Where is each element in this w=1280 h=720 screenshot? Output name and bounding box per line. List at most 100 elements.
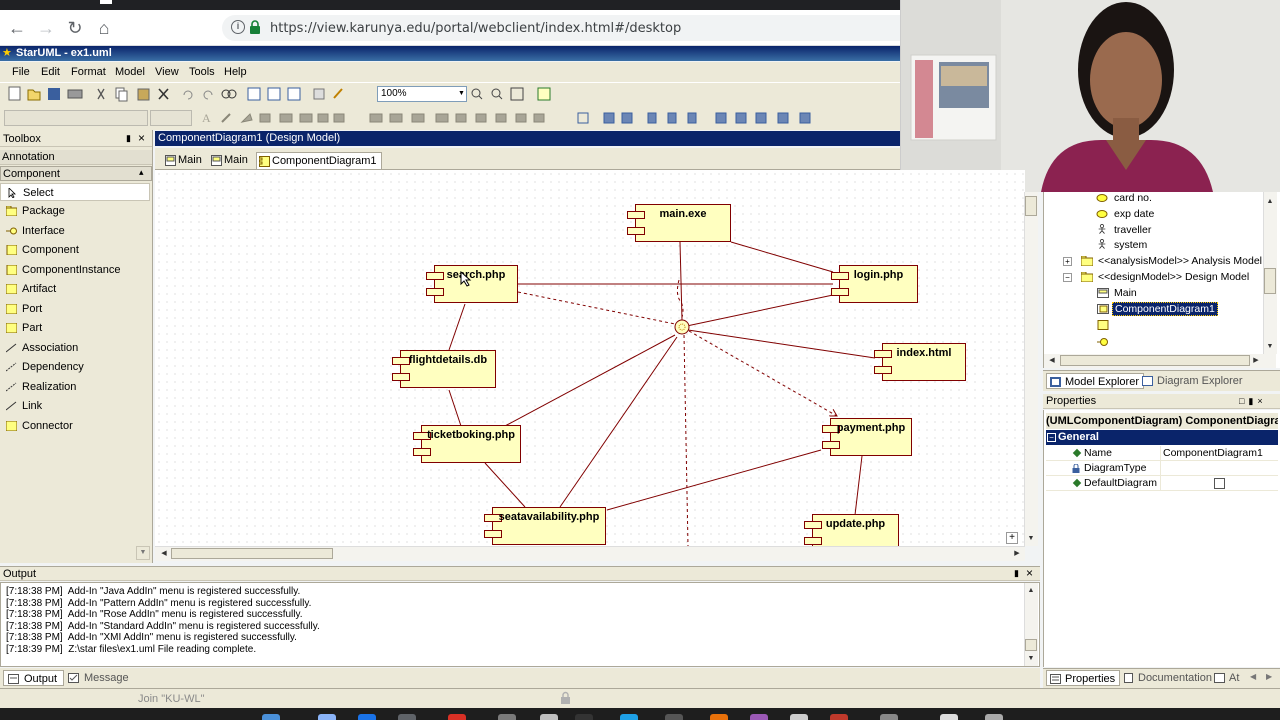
app-dock-icon[interactable] (498, 714, 516, 720)
tree-item-design-model[interactable]: <<designModel>> Design Model (1081, 270, 1249, 284)
app-dock-icon[interactable] (262, 714, 280, 720)
zoom-toolbar-icons[interactable] (470, 86, 565, 102)
component-login-php[interactable]: login.php (831, 265, 918, 303)
font-select[interactable] (4, 110, 148, 126)
app-dock-icon[interactable] (940, 714, 958, 720)
app-dock-icon[interactable] (540, 714, 558, 720)
chevron-right-icon[interactable]: ▶ (1266, 672, 1272, 681)
chevron-down-icon[interactable]: ▼ (1264, 341, 1276, 353)
tool-port[interactable]: Port (0, 300, 150, 318)
properties-group-general[interactable]: General (1046, 430, 1278, 445)
property-value[interactable] (1160, 476, 1278, 491)
app-dock-icon[interactable] (575, 714, 593, 720)
output-log[interactable]: [7:18:38 PM] Add-In "Java AddIn" menu is… (0, 582, 1040, 667)
reload-icon[interactable]: ↻ (64, 17, 86, 39)
toolbox-section-component[interactable]: Component (0, 166, 152, 181)
menu-tools[interactable]: Tools (189, 66, 215, 78)
component-main-exe[interactable]: main.exe (627, 204, 731, 242)
tab-properties[interactable]: Properties (1046, 670, 1121, 686)
chevron-down-icon[interactable]: ▼ (1025, 533, 1037, 545)
app-dock-icon[interactable] (880, 714, 898, 720)
property-row-defaultdiagram[interactable]: DefaultDiagram (1046, 476, 1278, 491)
tool-connector[interactable]: Connector (0, 417, 150, 435)
tool-dependency[interactable]: Dependency (0, 358, 150, 376)
tab-attachments[interactable]: At (1211, 670, 1243, 686)
tab-main-1[interactable]: Main (163, 152, 206, 169)
pin-icon[interactable]: ▮ (126, 133, 131, 144)
tab-documentation[interactable]: Documentation (1120, 670, 1216, 686)
chevron-up-icon[interactable]: ▲ (1264, 196, 1276, 208)
close-icon[interactable]: × (1026, 566, 1033, 580)
close-icon[interactable]: × (138, 131, 145, 145)
tool-componentinstance[interactable]: ComponentInstance (0, 261, 150, 279)
menu-model[interactable]: Model (115, 66, 145, 78)
tool-artifact[interactable]: Artifact (0, 280, 150, 298)
tool-select[interactable]: Select (0, 183, 150, 201)
app-dock-icon[interactable] (318, 714, 336, 720)
property-row-name[interactable]: Name ComponentDiagram1 (1046, 446, 1278, 461)
app-dock-icon[interactable] (398, 714, 416, 720)
tab-output[interactable]: Output (3, 670, 65, 686)
forward-icon[interactable]: → (35, 17, 57, 39)
tool-realization[interactable]: Realization (0, 378, 150, 396)
toolbox-section-annotation[interactable]: Annotation (0, 150, 152, 165)
chevron-down-icon[interactable]: ▼ (457, 87, 466, 101)
property-value[interactable]: ComponentDiagram1 (1160, 446, 1278, 461)
tool-package[interactable]: Package (0, 202, 150, 220)
app-dock-icon[interactable] (830, 714, 848, 720)
menu-format[interactable]: Format (71, 66, 106, 78)
output-vscroll-thumb[interactable] (1025, 639, 1037, 651)
tree-item-main[interactable]: Main (1097, 286, 1137, 300)
interface-icon[interactable] (1097, 337, 1109, 347)
vscroll-thumb[interactable] (1025, 196, 1037, 216)
tab-main-2[interactable]: Main (209, 152, 252, 169)
chevron-left-icon[interactable]: ◀ (1250, 672, 1256, 681)
app-dock-icon[interactable] (710, 714, 728, 720)
menu-file[interactable]: File (12, 66, 30, 78)
back-icon[interactable]: ← (6, 17, 28, 39)
format-toolbar-icons[interactable]: A (200, 110, 830, 126)
tool-component[interactable]: Component (0, 241, 150, 259)
zoom-select[interactable]: 100% (377, 86, 467, 102)
component-search-php[interactable]: search.php (426, 265, 518, 303)
tool-association[interactable]: Association (0, 339, 150, 357)
app-dock-icon[interactable] (358, 714, 376, 720)
tree-item-card-no[interactable]: card no. (1096, 191, 1152, 205)
chevron-down-icon[interactable]: ▼ (136, 546, 150, 560)
chevron-down-icon[interactable]: ▼ (1025, 653, 1037, 665)
tool-link[interactable]: Link (0, 397, 150, 415)
pin-icon[interactable]: □▮× (1239, 396, 1267, 407)
menu-view[interactable]: View (155, 66, 179, 78)
font-size-select[interactable] (150, 110, 192, 126)
app-dock-icon[interactable] (790, 714, 808, 720)
explorer-vscroll-thumb[interactable] (1264, 268, 1276, 294)
expand-icon[interactable]: + (1063, 257, 1072, 266)
component-payment-php[interactable]: payment.php (822, 418, 912, 456)
tree-item-analysis-model[interactable]: <<analysisModel>> Analysis Model (1081, 254, 1262, 268)
chevron-left-icon[interactable]: ◀ (158, 548, 170, 560)
pin-icon[interactable]: ▮ (1014, 568, 1019, 579)
component-icon[interactable] (1097, 320, 1109, 330)
menu-help[interactable]: Help (224, 66, 247, 78)
tool-part[interactable]: Part (0, 319, 150, 337)
default-diagram-checkbox[interactable] (1214, 478, 1225, 489)
tree-item-exp-date[interactable]: exp date (1096, 207, 1154, 221)
tab-diagram-explorer[interactable]: Diagram Explorer (1139, 373, 1247, 389)
tab-model-explorer[interactable]: Model Explorer (1046, 373, 1144, 389)
app-dock-icon[interactable] (750, 714, 768, 720)
component-seatavailability-php[interactable]: seatavailability.php (484, 507, 606, 545)
chevron-left-icon[interactable]: ◀ (1046, 355, 1058, 367)
component-update-php[interactable]: update.php (804, 514, 899, 546)
component-flightdetails-db[interactable]: flightdetails.db (392, 350, 496, 388)
standard-toolbar-icons[interactable] (8, 86, 368, 102)
home-icon[interactable]: ⌂ (93, 17, 115, 39)
tab-message[interactable]: Message (64, 670, 135, 686)
collapse-icon[interactable]: − (1063, 273, 1072, 282)
tree-item-traveller[interactable]: traveller (1096, 223, 1151, 237)
hscroll-thumb[interactable] (171, 548, 333, 559)
app-dock-icon[interactable] (665, 714, 683, 720)
tab-componentdiagram1[interactable]: ComponentDiagram1 (256, 152, 382, 169)
app-dock-icon[interactable] (985, 714, 1003, 720)
tree-item-componentdiagram1[interactable]: ComponentDiagram1 (1097, 302, 1218, 316)
component-index-html[interactable]: index.html (874, 343, 966, 381)
